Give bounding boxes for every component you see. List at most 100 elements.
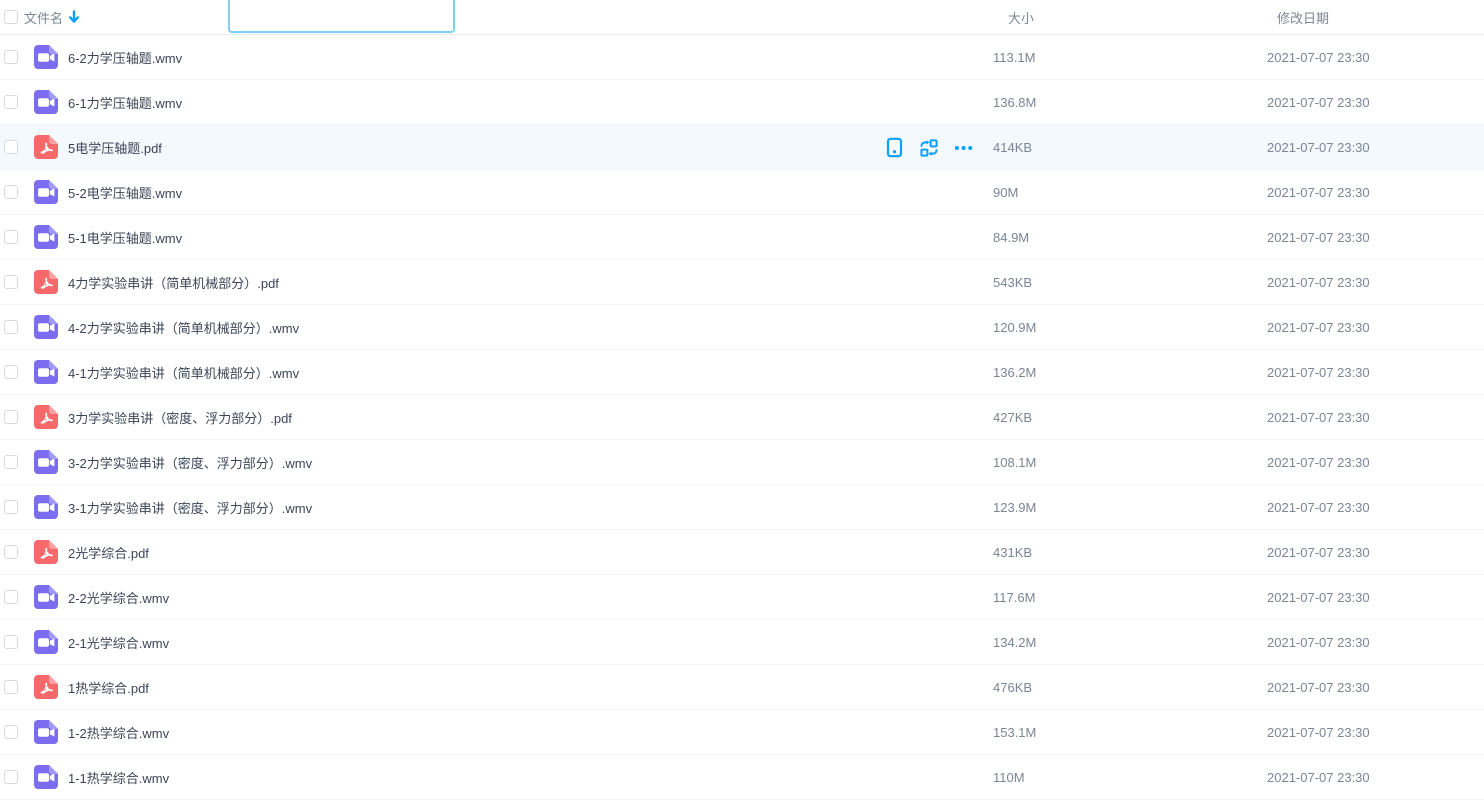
file-date: 2021-07-07 23:30	[1267, 140, 1370, 155]
select-all-checkbox[interactable]	[4, 10, 18, 24]
file-date: 2021-07-07 23:30	[1267, 50, 1370, 65]
file-name-link[interactable]: 3力学实验串讲（密度、浮力部分）.pdf	[68, 408, 292, 427]
phone-icon[interactable]	[884, 138, 904, 158]
file-date: 2021-07-07 23:30	[1267, 455, 1370, 470]
file-name-link[interactable]: 1-2热学综合.wmv	[68, 723, 169, 742]
row-checkbox[interactable]	[4, 185, 18, 199]
table-row[interactable]: 3-2力学实验串讲（密度、浮力部分）.wmv	[0, 440, 1484, 485]
file-size: 117.6M	[993, 590, 1035, 605]
file-name-link[interactable]: 6-2力学压轴题.wmv	[68, 48, 182, 67]
table-row[interactable]: 5电学压轴题.pdf	[0, 125, 1484, 170]
table-header: 文件名 大小 修改日期	[0, 0, 1484, 35]
file-size: 123.9M	[993, 500, 1036, 515]
file-name-link[interactable]: 2-1光学综合.wmv	[68, 633, 169, 652]
file-date: 2021-07-07 23:30	[1267, 95, 1370, 110]
video-file-icon	[33, 629, 59, 655]
file-date: 2021-07-07 23:30	[1267, 635, 1370, 650]
file-name-link[interactable]: 4-2力学实验串讲（简单机械部分）.wmv	[68, 318, 299, 337]
video-file-icon	[33, 179, 59, 205]
file-name-link[interactable]: 5-2电学压轴题.wmv	[68, 183, 182, 202]
video-file-icon	[33, 224, 59, 250]
table-row[interactable]: 3-1力学实验串讲（密度、浮力部分）.wmv	[0, 485, 1484, 530]
file-size: 110M	[993, 770, 1025, 785]
table-row[interactable]: 2-2光学综合.wmv	[0, 575, 1484, 620]
column-header-size[interactable]: 大小	[1008, 8, 1034, 27]
row-checkbox[interactable]	[4, 770, 18, 784]
video-file-icon	[33, 89, 59, 115]
pdf-file-icon	[33, 539, 59, 565]
table-row[interactable]: 1-2热学综合.wmv	[0, 710, 1484, 755]
table-row[interactable]: 2光学综合.pdf	[0, 530, 1484, 575]
file-name-link[interactable]: 5-1电学压轴题.wmv	[68, 228, 182, 247]
inline-rename-input[interactable]	[228, 0, 455, 33]
file-size: 136.2M	[993, 365, 1036, 380]
sort-desc-icon[interactable]	[68, 10, 80, 24]
file-name-link[interactable]: 1热学综合.pdf	[68, 678, 149, 697]
file-name-link[interactable]: 2-2光学综合.wmv	[68, 588, 169, 607]
pdf-file-icon	[33, 674, 59, 700]
row-checkbox[interactable]	[4, 635, 18, 649]
pdf-file-icon	[33, 404, 59, 430]
more-icon[interactable]	[954, 138, 974, 158]
table-row[interactable]: 6-2力学压轴题.wmv	[0, 35, 1484, 80]
table-row[interactable]: 4-1力学实验串讲（简单机械部分）.wmv	[0, 350, 1484, 395]
table-row[interactable]: 3力学实验串讲（密度、浮力部分）.pdf	[0, 395, 1484, 440]
row-checkbox[interactable]	[4, 545, 18, 559]
file-date: 2021-07-07 23:30	[1267, 680, 1370, 695]
file-date: 2021-07-07 23:30	[1267, 320, 1370, 335]
row-checkbox[interactable]	[4, 230, 18, 244]
transfer-icon[interactable]	[919, 138, 939, 158]
row-checkbox[interactable]	[4, 95, 18, 109]
file-name-link[interactable]: 5电学压轴题.pdf	[68, 138, 162, 157]
row-checkbox[interactable]	[4, 455, 18, 469]
row-checkbox[interactable]	[4, 410, 18, 424]
video-file-icon	[33, 584, 59, 610]
table-row[interactable]: 1热学综合.pdf	[0, 665, 1484, 710]
row-checkbox[interactable]	[4, 50, 18, 64]
file-size: 136.8M	[993, 95, 1036, 110]
row-checkbox[interactable]	[4, 590, 18, 604]
row-checkbox[interactable]	[4, 500, 18, 514]
table-row[interactable]: 2-1光学综合.wmv	[0, 620, 1484, 665]
row-checkbox[interactable]	[4, 365, 18, 379]
file-size: 153.1M	[993, 725, 1036, 740]
file-name-link[interactable]: 2光学综合.pdf	[68, 543, 149, 562]
row-checkbox[interactable]	[4, 680, 18, 694]
file-name-link[interactable]: 3-2力学实验串讲（密度、浮力部分）.wmv	[68, 453, 312, 472]
file-date: 2021-07-07 23:30	[1267, 590, 1370, 605]
file-date: 2021-07-07 23:30	[1267, 185, 1370, 200]
table-row[interactable]: 1-1热学综合.wmv	[0, 755, 1484, 800]
column-header-filename[interactable]: 文件名	[24, 8, 63, 27]
video-file-icon	[33, 494, 59, 520]
file-name-link[interactable]: 4-1力学实验串讲（简单机械部分）.wmv	[68, 363, 299, 382]
file-size: 108.1M	[993, 455, 1036, 470]
table-row[interactable]: 6-1力学压轴题.wmv	[0, 80, 1484, 125]
file-size: 113.1M	[993, 50, 1035, 65]
file-date: 2021-07-07 23:30	[1267, 275, 1370, 290]
file-size: 427KB	[993, 410, 1032, 425]
video-file-icon	[33, 44, 59, 70]
row-checkbox[interactable]	[4, 275, 18, 289]
file-list-page: 文件名 大小 修改日期 6-2力学压轴题.wmv	[0, 0, 1484, 797]
table-row[interactable]: 4-2力学实验串讲（简单机械部分）.wmv	[0, 305, 1484, 350]
row-checkbox[interactable]	[4, 320, 18, 334]
file-size: 543KB	[993, 275, 1032, 290]
file-name-link[interactable]: 6-1力学压轴题.wmv	[68, 93, 182, 112]
row-checkbox[interactable]	[4, 725, 18, 739]
file-name-link[interactable]: 3-1力学实验串讲（密度、浮力部分）.wmv	[68, 498, 312, 517]
table-row[interactable]: 5-2电学压轴题.wmv	[0, 170, 1484, 215]
table-row[interactable]: 4力学实验串讲（简单机械部分）.pdf	[0, 260, 1484, 305]
file-size: 431KB	[993, 545, 1032, 560]
file-name-link[interactable]: 4力学实验串讲（简单机械部分）.pdf	[68, 273, 279, 292]
video-file-icon	[33, 764, 59, 790]
row-checkbox[interactable]	[4, 140, 18, 154]
file-name-link[interactable]: 1-1热学综合.wmv	[68, 768, 169, 787]
video-file-icon	[33, 449, 59, 475]
file-size: 120.9M	[993, 320, 1036, 335]
file-date: 2021-07-07 23:30	[1267, 725, 1370, 740]
file-size: 476KB	[993, 680, 1032, 695]
file-date: 2021-07-07 23:30	[1267, 500, 1370, 515]
column-header-date[interactable]: 修改日期	[1277, 8, 1329, 27]
video-file-icon	[33, 359, 59, 385]
table-row[interactable]: 5-1电学压轴题.wmv	[0, 215, 1484, 260]
